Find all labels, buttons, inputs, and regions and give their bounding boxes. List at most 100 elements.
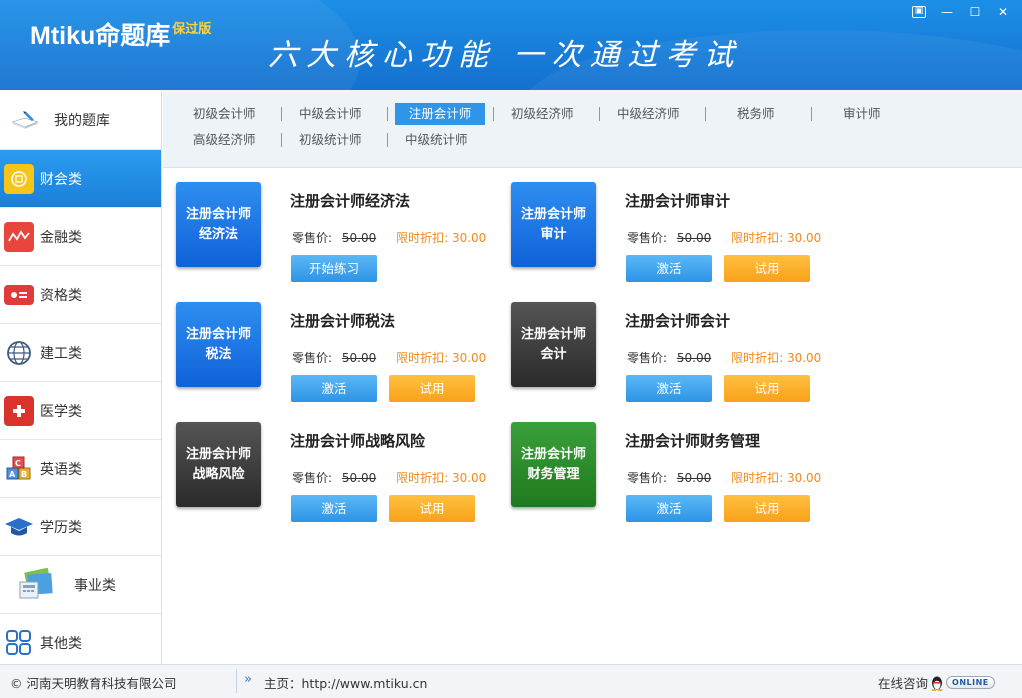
sidebar-item-public-institution[interactable]: 事业类 xyxy=(0,556,161,614)
start-practice-button[interactable]: 开始练习 xyxy=(291,255,377,282)
product-card: 注册会计师 战略风险 注册会计师战略风险 零售价: 50.00 限时折扣: 30.… xyxy=(176,422,511,532)
discount-price: 30.00 xyxy=(451,471,487,485)
trial-button[interactable]: 试用 xyxy=(724,495,810,522)
discount-price: 30.00 xyxy=(786,351,822,365)
title-bar: Mtiku命题库 保过版 六大核心功能 一次通过考试 ▣ — ☐ ✕ xyxy=(0,0,1022,90)
online-consult-label: 在线咨询 xyxy=(878,676,929,691)
finance-chart-icon xyxy=(4,221,34,252)
product-thumbnail[interactable]: 注册会计师 经济法 xyxy=(176,182,261,267)
menu-dropdown-button[interactable]: ▣ xyxy=(912,6,926,18)
discount-price: 30.00 xyxy=(786,471,822,485)
tab-divider xyxy=(281,133,282,147)
product-thumbnail[interactable]: 注册会计师 战略风险 xyxy=(176,422,261,507)
retail-price: 50.00 xyxy=(676,231,712,245)
retail-price-label: 零售价: xyxy=(292,231,333,245)
qq-penguin-icon xyxy=(931,676,943,691)
discount-price: 30.00 xyxy=(786,231,822,245)
sidebar-item-label: 我的题库 xyxy=(54,112,110,129)
close-button[interactable]: ✕ xyxy=(992,4,1014,20)
product-title: 注册会计师会计 xyxy=(625,312,731,330)
sidebar-item-english[interactable]: A B C 英语类 xyxy=(0,440,161,498)
sidebar-item-label: 金融类 xyxy=(40,229,82,246)
abc-blocks-icon: A B C xyxy=(4,454,34,484)
graduation-cap-icon xyxy=(4,512,34,542)
globe-icon xyxy=(4,338,34,368)
sidebar-item-label: 英语类 xyxy=(40,461,82,478)
online-badge: ONLINE xyxy=(946,676,995,689)
double-chevron-icon: » xyxy=(244,672,252,687)
tab-senior-economist[interactable]: 高级经济师 xyxy=(183,129,266,151)
sidebar-item-accounting[interactable]: 财会类 xyxy=(0,150,161,208)
discount-price-label: 限时折扣: xyxy=(396,231,449,245)
online-consult-link[interactable]: 在线咨询 ONLINE xyxy=(878,673,995,692)
discount-price: 30.00 xyxy=(451,351,487,365)
category-sidebar: 我的题库 财会类 金融类 资格类 建工类 医学类 A B C 英语类 学历类 事… xyxy=(0,90,162,672)
tab-divider xyxy=(599,107,600,121)
sidebar-item-education[interactable]: 学历类 xyxy=(0,498,161,556)
status-bar: © 河南天明教育科技有限公司 » 主页：http://www.mtiku.cn … xyxy=(0,664,1022,698)
sidebar-item-label: 资格类 xyxy=(40,287,82,304)
product-thumbnail[interactable]: 注册会计师 税法 xyxy=(176,302,261,387)
activate-button[interactable]: 激活 xyxy=(291,495,377,522)
discount-price-label: 限时折扣: xyxy=(731,231,784,245)
trial-button[interactable]: 试用 xyxy=(724,375,810,402)
app-edition: 保过版 xyxy=(172,22,212,37)
maximize-button[interactable]: ☐ xyxy=(964,4,986,20)
tab-tax-advisor[interactable]: 税务师 xyxy=(727,103,785,125)
tab-auditor[interactable]: 审计师 xyxy=(833,103,891,125)
product-card: 注册会计师 审计 注册会计师审计 零售价: 50.00 限时折扣: 30.00 激… xyxy=(511,182,846,292)
discount-price: 30.00 xyxy=(451,231,487,245)
product-title: 注册会计师税法 xyxy=(290,312,396,330)
medical-kit-icon xyxy=(4,395,34,426)
tab-junior-accountant[interactable]: 初级会计师 xyxy=(183,103,266,125)
sidebar-item-label: 其他类 xyxy=(40,635,82,652)
activate-button[interactable]: 激活 xyxy=(291,375,377,402)
activate-button[interactable]: 激活 xyxy=(626,495,712,522)
product-price: 零售价: 50.00 限时折扣: 30.00 xyxy=(292,229,486,246)
retail-price: 50.00 xyxy=(341,471,377,485)
sidebar-item-construction[interactable]: 建工类 xyxy=(0,324,161,382)
retail-price-label: 零售价: xyxy=(627,351,668,365)
product-price: 零售价: 50.00 限时折扣: 30.00 xyxy=(627,229,821,246)
tab-junior-economist[interactable]: 初级经济师 xyxy=(501,103,584,125)
tab-divider xyxy=(493,107,494,121)
discount-price-label: 限时折扣: xyxy=(396,351,449,365)
tab-junior-statistician[interactable]: 初级统计师 xyxy=(289,129,372,151)
trial-button[interactable]: 试用 xyxy=(724,255,810,282)
tab-intermediate-statistician[interactable]: 中级统计师 xyxy=(395,129,478,151)
product-card: 注册会计师 经济法 注册会计师经济法 零售价: 50.00 限时折扣: 30.00… xyxy=(176,182,511,292)
homepage-link[interactable]: 主页：http://www.mtiku.cn xyxy=(264,673,427,692)
product-title: 注册会计师财务管理 xyxy=(625,432,761,450)
copyright-text: © 河南天明教育科技有限公司 xyxy=(10,676,177,691)
tab-divider xyxy=(705,107,706,121)
sidebar-item-my-library[interactable]: 我的题库 xyxy=(0,90,161,150)
tab-divider xyxy=(281,107,282,121)
tab-intermediate-accountant[interactable]: 中级会计师 xyxy=(289,103,372,125)
sidebar-item-finance[interactable]: 金融类 xyxy=(0,208,161,266)
tab-cpa[interactable]: 注册会计师 xyxy=(395,103,485,125)
tab-intermediate-economist[interactable]: 中级经济师 xyxy=(607,103,690,125)
product-title: 注册会计师审计 xyxy=(625,192,731,210)
product-title: 注册会计师战略风险 xyxy=(290,432,426,450)
product-card: 注册会计师 会计 注册会计师会计 零售价: 50.00 限时折扣: 30.00 激… xyxy=(511,302,846,412)
retail-price: 50.00 xyxy=(341,231,377,245)
retail-price-label: 零售价: xyxy=(292,351,333,365)
product-thumbnail[interactable]: 注册会计师 会计 xyxy=(511,302,596,387)
sidebar-item-label: 财会类 xyxy=(40,171,82,188)
sidebar-item-medical[interactable]: 医学类 xyxy=(0,382,161,440)
sidebar-item-qualification[interactable]: 资格类 xyxy=(0,266,161,324)
sidebar-item-label: 学历类 xyxy=(40,519,82,536)
trial-button[interactable]: 试用 xyxy=(389,495,475,522)
product-card: 注册会计师 财务管理 注册会计师财务管理 零售价: 50.00 限时折扣: 30.… xyxy=(511,422,846,532)
product-thumbnail[interactable]: 注册会计师 财务管理 xyxy=(511,422,596,507)
product-price: 零售价: 50.00 限时折扣: 30.00 xyxy=(627,349,821,366)
activate-button[interactable]: 激活 xyxy=(626,375,712,402)
footer-divider xyxy=(236,669,237,693)
trial-button[interactable]: 试用 xyxy=(389,375,475,402)
tab-divider xyxy=(387,107,388,121)
product-price: 零售价: 50.00 限时折扣: 30.00 xyxy=(627,469,821,486)
activate-button[interactable]: 激活 xyxy=(626,255,712,282)
minimize-button[interactable]: — xyxy=(936,4,958,20)
product-thumbnail[interactable]: 注册会计师 审计 xyxy=(511,182,596,267)
tab-divider xyxy=(387,133,388,147)
